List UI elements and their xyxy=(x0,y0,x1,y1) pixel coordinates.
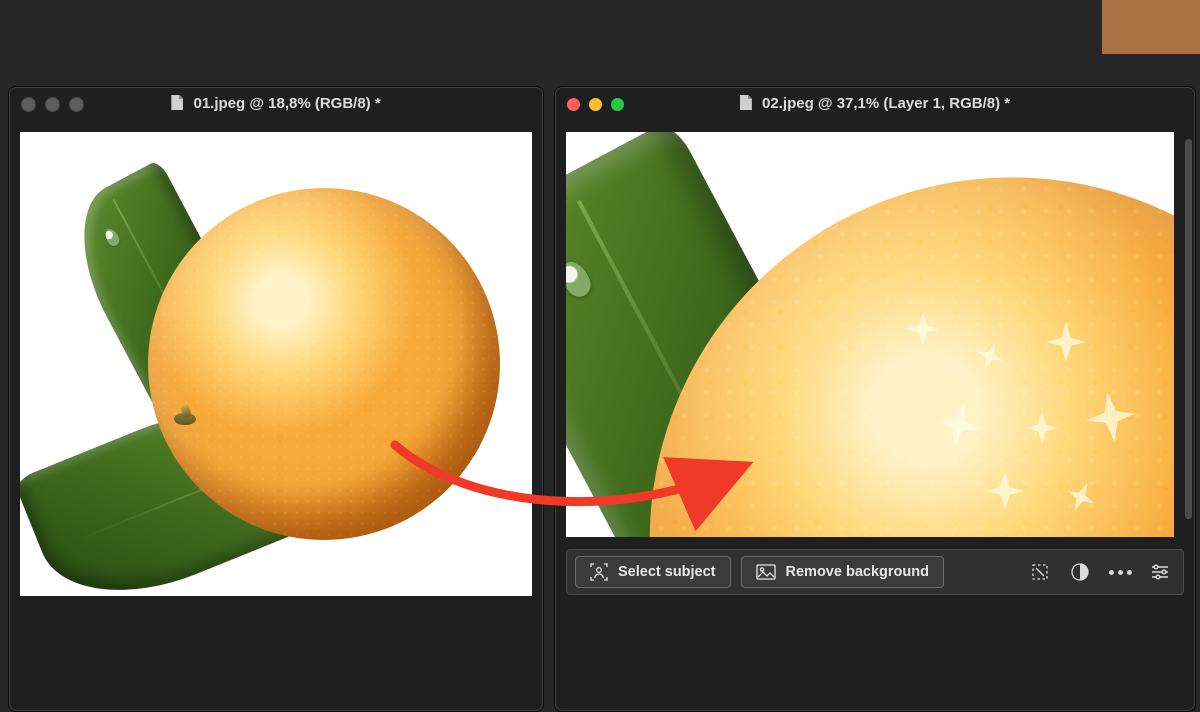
image-content xyxy=(20,132,532,596)
canvas-area[interactable] xyxy=(566,132,1174,537)
window-title: 01.jpeg @ 18,8% (RGB/8) * xyxy=(193,95,380,112)
panel-settings-button[interactable] xyxy=(1145,557,1175,587)
more-dots-icon xyxy=(1109,570,1132,575)
stem-icon xyxy=(172,407,200,427)
traffic-min-icon xyxy=(45,97,60,112)
document-icon xyxy=(171,95,183,110)
orange-fruit xyxy=(148,188,500,540)
document-window-1: 01.jpeg @ 18,8% (RGB/8) * xyxy=(8,86,544,712)
window-close-button[interactable] xyxy=(567,98,580,111)
more-actions-button[interactable] xyxy=(1105,557,1135,587)
window-titlebar[interactable]: 02.jpeg @ 37,1% (Layer 1, RGB/8) * xyxy=(555,87,1195,121)
person-marquee-icon xyxy=(590,563,608,581)
adjustments-button[interactable] xyxy=(1065,557,1095,587)
traffic-lights-disabled xyxy=(21,87,84,121)
button-label: Select subject xyxy=(618,564,716,580)
document-window-2: 02.jpeg @ 37,1% (Layer 1, RGB/8) * xyxy=(554,86,1196,712)
remove-background-button[interactable]: Remove background xyxy=(741,556,944,588)
traffic-max-icon xyxy=(69,97,84,112)
canvas-area[interactable] xyxy=(20,132,532,596)
water-drop-icon xyxy=(103,227,122,249)
traffic-lights[interactable] xyxy=(567,87,624,121)
select-subject-button[interactable]: Select subject xyxy=(575,556,731,588)
water-drop-icon xyxy=(566,257,596,301)
picture-remove-icon xyxy=(756,564,776,580)
window-maximize-button[interactable] xyxy=(611,98,624,111)
window-title: 02.jpeg @ 37,1% (Layer 1, RGB/8) * xyxy=(762,95,1010,112)
document-icon xyxy=(740,95,752,110)
crop-tool-button[interactable] xyxy=(1025,557,1055,587)
quick-actions-bar: Select subject Remove background xyxy=(566,549,1184,595)
image-content xyxy=(566,132,1174,537)
vertical-scrollbar[interactable] xyxy=(1185,139,1192,519)
window-titlebar[interactable]: 01.jpeg @ 18,8% (RGB/8) * xyxy=(9,87,543,121)
color-swatch xyxy=(1102,0,1200,54)
traffic-close-icon xyxy=(21,97,36,112)
window-minimize-button[interactable] xyxy=(589,98,602,111)
button-label: Remove background xyxy=(786,564,929,580)
